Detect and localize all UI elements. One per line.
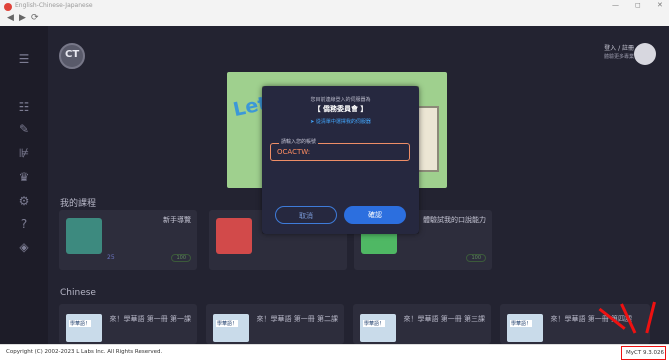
server-hint: 您目前連線登入的伺服器為 — [310, 97, 371, 103]
chinese-course-title: 來！學華語 第一冊 第二課 — [256, 315, 338, 323]
login-link[interactable]: 登入 / 註冊 體驗更多專業 — [582, 45, 634, 61]
account-field-value[interactable]: OCACTW: — [277, 148, 310, 156]
chinese-course-card[interactable]: 學華語！ 來！學華語 第一冊 第三課 — [353, 304, 491, 344]
window-titlebar: English-Chinese-Japanese — ◻ ✕ ◀ ▶ ⟳ — [0, 0, 669, 26]
course-card[interactable]: 新手導覽 25 100 — [59, 210, 197, 270]
my-courses-title: 我的課程 — [60, 199, 97, 209]
course-thumb — [216, 218, 252, 254]
status-bar: Copyright (C) 2002-2023 L Labs Inc. All … — [0, 344, 669, 361]
course-name: 新手導覽 — [163, 216, 191, 224]
book-icon[interactable]: ⊯ — [16, 146, 32, 160]
back-icon[interactable]: ◀ — [7, 13, 14, 23]
chinese-course-card[interactable]: 學華語！ 來！學華語 第一冊 第一課 — [59, 304, 197, 344]
chinese-section-title: Chinese — [60, 288, 96, 298]
server-title: 【 僑務委員會 】 — [313, 105, 368, 113]
course-badge: 100 — [171, 254, 191, 262]
chinese-course-title: 來！學華語 第一冊 第一課 — [109, 315, 191, 323]
close-button[interactable]: ✕ — [657, 1, 663, 9]
forward-icon[interactable]: ▶ — [19, 13, 26, 23]
course-badge: 100 — [466, 254, 486, 262]
book-cover: 學華語！ — [213, 314, 249, 342]
server-login-dialog: 您目前連線登入的伺服器為 【 僑務委員會 】 ➤ 從清單中選擇我的伺服器 請輸入… — [262, 86, 419, 234]
version-text: MyCT 9.3.026 — [626, 350, 664, 356]
account-field[interactable]: 請輸入您的帳號 OCACTW: — [270, 138, 410, 161]
maximize-button[interactable]: ◻ — [635, 1, 641, 9]
choose-server-link[interactable]: ➤ 從清單中選擇我的伺服器 — [262, 118, 419, 125]
window-title: English-Chinese-Japanese — [15, 2, 93, 9]
book-cover: 學華語！ — [507, 314, 543, 342]
refresh-icon[interactable]: ⟳ — [31, 13, 39, 23]
help-icon[interactable]: ? — [16, 217, 32, 231]
app-icon — [4, 3, 12, 11]
chinese-course-title: 來！學華語 第一冊 第三課 — [403, 315, 485, 323]
user-count: 25 — [107, 254, 115, 261]
crown-icon[interactable]: ♛ — [16, 170, 32, 184]
login-sub: 體驗更多專業 — [603, 54, 634, 60]
account-field-label: 請輸入您的帳號 — [279, 138, 319, 145]
chinese-course-card[interactable]: 學華語！ 來！學華語 第一冊 第四課 — [500, 304, 650, 344]
login-label: 登入 / 註冊 — [604, 45, 634, 52]
minimize-button[interactable]: — — [612, 1, 619, 9]
edit-icon[interactable]: ✎ — [16, 122, 32, 136]
app-main: ☰ ☷ ✎ ⊯ ♛ ⚙ ? ◈ CT 登入 / 註冊 體驗更多專業 Let's … — [0, 26, 669, 344]
avatar[interactable] — [634, 43, 656, 65]
sidebar-rail: ☰ ☷ ✎ ⊯ ♛ ⚙ ? ◈ — [0, 26, 48, 344]
version-highlight: MyCT 9.3.026 — [621, 346, 666, 360]
copyright-text: Copyright (C) 2002-2023 L Labs Inc. All … — [6, 349, 163, 355]
settings-icon[interactable]: ⚙ — [16, 194, 32, 208]
app-logo: CT — [59, 43, 85, 69]
book-cover: 學華語！ — [360, 314, 396, 342]
confirm-button[interactable]: 確認 — [344, 206, 406, 224]
book-cover: 學華語！ — [66, 314, 102, 342]
tag-icon[interactable]: ◈ — [16, 240, 32, 254]
course-thumb — [66, 218, 102, 254]
course-icon[interactable]: ☷ — [16, 100, 32, 114]
chinese-course-card[interactable]: 學華語！ 來！學華語 第一冊 第二課 — [206, 304, 344, 344]
menu-icon[interactable]: ☰ — [16, 52, 32, 66]
cancel-button[interactable]: 取消 — [275, 206, 337, 224]
